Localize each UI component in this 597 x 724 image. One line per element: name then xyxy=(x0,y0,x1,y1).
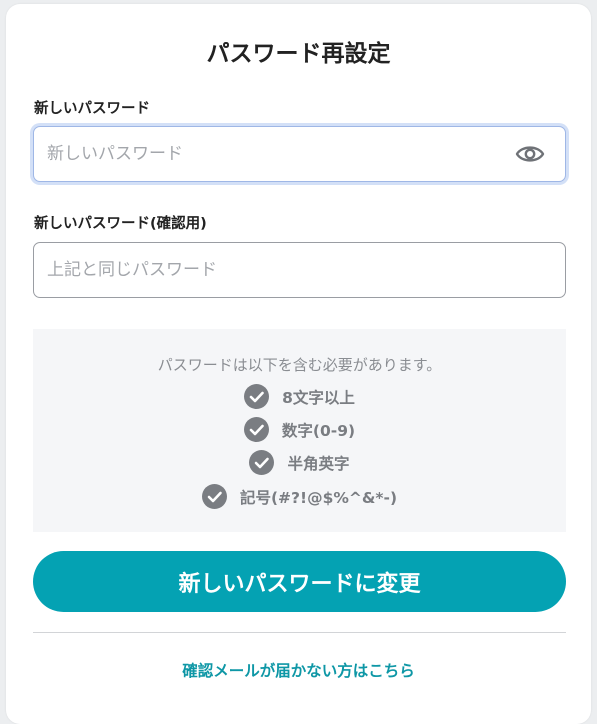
eye-icon[interactable] xyxy=(515,142,545,166)
requirement-item: 数字(0-9) xyxy=(33,417,566,442)
password-requirements: パスワードは以下を含む必要があります。 8文字以上 数字(0-9) 半角英字 記… xyxy=(33,329,566,532)
check-circle-icon xyxy=(249,450,275,475)
confirm-password-input[interactable] xyxy=(47,243,487,297)
check-circle-icon xyxy=(201,484,227,509)
requirement-text: 数字(0-9) xyxy=(281,421,356,440)
requirements-intro: パスワードは以下を含む必要があります。 xyxy=(157,356,442,374)
new-password-label: 新しいパスワード xyxy=(34,101,150,117)
new-password-input[interactable] xyxy=(47,127,487,181)
confirm-password-label: 新しいパスワード(確認用) xyxy=(34,216,207,232)
change-password-button[interactable]: 新しいパスワードに変更 xyxy=(33,551,566,612)
requirement-text: 8文字以上 xyxy=(282,388,355,407)
requirement-item: 記号(#?!@$%^&*-) xyxy=(33,484,566,509)
requirement-item: 半角英字 xyxy=(33,450,566,475)
resend-confirmation-link[interactable]: 確認メールが届かない方はこちら xyxy=(6,659,591,681)
password-reset-card: パスワード再設定 新しいパスワード 新しいパスワード(確認用) パスワードは以下… xyxy=(6,4,591,724)
requirement-text: 記号(#?!@$%^&*-) xyxy=(239,488,398,507)
page-title: パスワード再設定 xyxy=(206,41,391,67)
divider xyxy=(33,632,566,633)
check-circle-icon xyxy=(243,417,269,442)
new-password-field-wrapper xyxy=(33,126,566,182)
requirement-text: 半角英字 xyxy=(287,454,350,473)
requirement-item: 8文字以上 xyxy=(33,384,566,409)
confirm-password-field-wrapper xyxy=(33,242,566,298)
check-circle-icon xyxy=(244,384,270,409)
